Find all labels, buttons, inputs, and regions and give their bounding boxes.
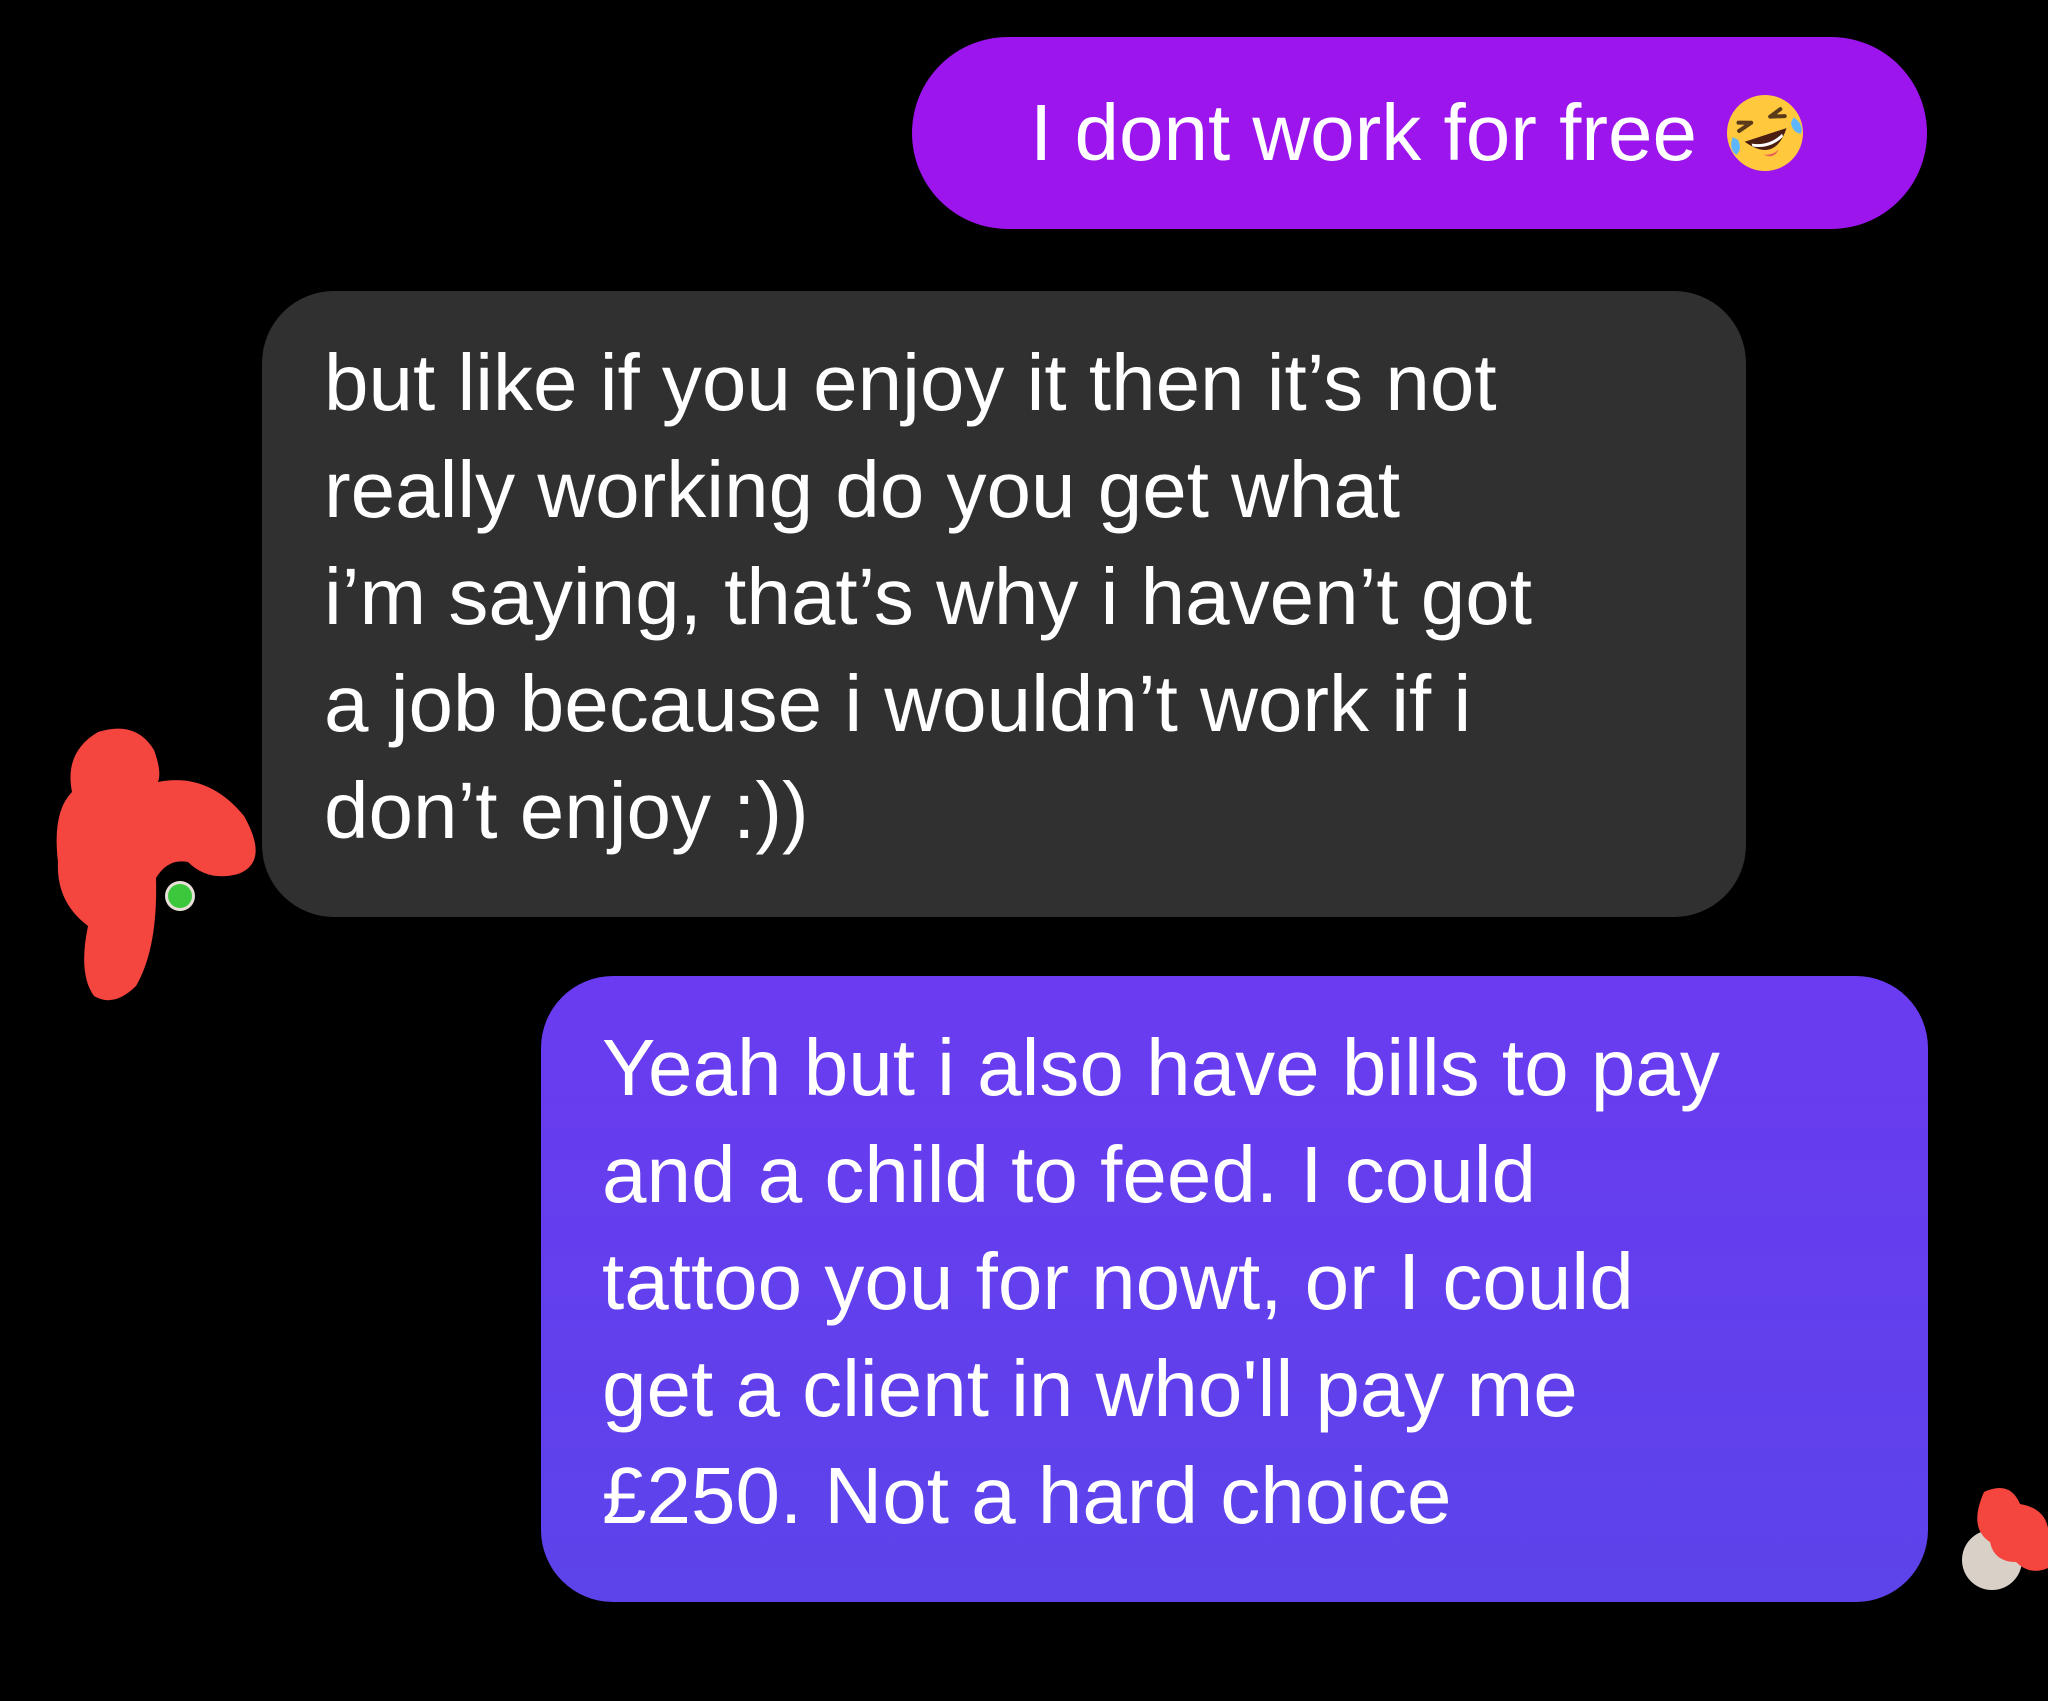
message-line: Yeah but i also have bills to pay xyxy=(602,1023,1720,1112)
face-with-tears-of-joy-icon xyxy=(1721,89,1809,177)
message-line: don’t enjoy :)) xyxy=(324,766,809,855)
message-line: tattoo you for nowt, or I could xyxy=(602,1237,1634,1326)
online-status-dot xyxy=(168,884,192,908)
message-line: and a child to feed. I could xyxy=(602,1130,1536,1219)
redacted-seen-avatar xyxy=(1944,1484,2048,1596)
sent-message-bubble[interactable]: Yeah but i also have bills to pay and a … xyxy=(541,976,1928,1602)
message-line: but like if you enjoy it then it’s not xyxy=(324,338,1497,427)
message-line: get a client in who'll pay me xyxy=(602,1344,1578,1433)
redacted-contact-avatar[interactable] xyxy=(38,712,274,1008)
message-line: i’m saying, that’s why i haven’t got xyxy=(324,552,1533,641)
message-line: really working do you get what xyxy=(324,445,1401,534)
received-message-bubble[interactable]: but like if you enjoy it then it’s not r… xyxy=(262,291,1746,917)
message-line: £250. Not a hard choice xyxy=(602,1451,1452,1540)
sent-message-bubble[interactable]: I dont work for free xyxy=(912,37,1927,229)
message-text: I dont work for free xyxy=(1030,88,1697,177)
message-line: a job because i wouldn’t work if i xyxy=(324,659,1472,748)
